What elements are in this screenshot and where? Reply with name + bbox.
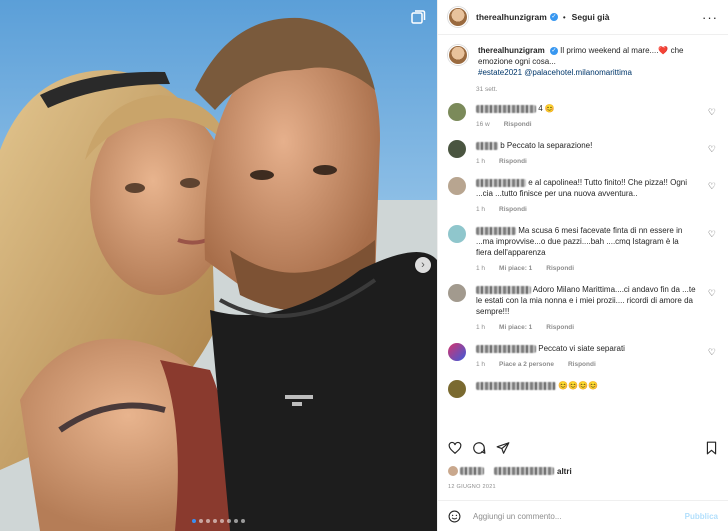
blurred-username bbox=[460, 467, 484, 475]
post-header: therealhunzigram ✓ • Segui già ··· bbox=[438, 0, 728, 35]
liker-avatar bbox=[448, 466, 458, 476]
carousel-dot bbox=[213, 519, 217, 523]
comment-likes[interactable]: Mi piace: 1 bbox=[499, 265, 532, 272]
avatar[interactable] bbox=[448, 225, 466, 243]
like-comment-heart-icon[interactable]: ♡ bbox=[708, 181, 716, 192]
caption: therealhunzigram ✓ Il primo weekend al m… bbox=[448, 45, 718, 78]
avatar[interactable] bbox=[448, 140, 466, 158]
carousel-dot bbox=[206, 519, 210, 523]
publish-button[interactable]: Pubblica bbox=[685, 512, 718, 521]
caption-username[interactable]: therealhunzigram bbox=[478, 46, 545, 55]
avatar[interactable] bbox=[448, 343, 466, 361]
like-comment-heart-icon[interactable]: ♡ bbox=[708, 144, 716, 155]
comment: Peccato vi siate separati 1 h Piace a 2 p… bbox=[448, 343, 718, 370]
comment-time: 1 h bbox=[476, 158, 486, 165]
ellipsis-icon[interactable]: ··· bbox=[702, 10, 718, 25]
comment: 4 😊 16 w Rispondi ♡ bbox=[448, 103, 718, 130]
separator-dot: • bbox=[562, 12, 566, 22]
reply-button[interactable]: Rispondi bbox=[499, 158, 527, 165]
post-date: 12 GIUGNO 2021 bbox=[448, 484, 496, 490]
instagram-post: › therealhunzigram ✓ • Segui già ··· the… bbox=[0, 0, 728, 531]
comment: b Peccato la separazione! 1 h Rispondi ♡ bbox=[448, 140, 718, 167]
follow-button[interactable]: Segui già bbox=[572, 12, 610, 22]
carousel-dot bbox=[220, 519, 224, 523]
post-actions bbox=[448, 441, 718, 455]
carousel-dot bbox=[192, 519, 196, 523]
like-comment-heart-icon[interactable]: ♡ bbox=[708, 229, 716, 240]
likes-others[interactable]: altri bbox=[557, 467, 572, 476]
carousel-icon bbox=[411, 10, 426, 24]
blurred-username bbox=[494, 467, 554, 475]
reply-button[interactable]: Rispondi bbox=[546, 265, 574, 272]
comment-text: Peccato la separazione! bbox=[506, 141, 593, 150]
blurred-username bbox=[476, 344, 536, 353]
carousel-dot bbox=[199, 519, 203, 523]
comment-input[interactable] bbox=[471, 510, 685, 522]
comments-list[interactable]: therealhunzigram ✓ Il primo weekend al m… bbox=[438, 35, 728, 437]
comment-time: 16 w bbox=[476, 121, 490, 128]
like-comment-heart-icon[interactable]: ♡ bbox=[708, 347, 716, 358]
blurred-username bbox=[476, 141, 498, 150]
comment-likes[interactable]: Mi piace: 1 bbox=[499, 324, 532, 331]
carousel-dots bbox=[0, 519, 437, 523]
comment-text: Peccato vi siate separati bbox=[538, 344, 625, 353]
next-slide-button[interactable]: › bbox=[415, 257, 431, 273]
caption-text: therealhunzigram ✓ Il primo weekend al m… bbox=[478, 45, 698, 78]
comment-icon[interactable] bbox=[472, 441, 486, 455]
like-comment-heart-icon[interactable]: ♡ bbox=[708, 107, 716, 118]
comment-text: 😊😊😊😊 bbox=[558, 381, 599, 390]
comment: Ma scusa 6 mesi facevate finta di nn ess… bbox=[448, 225, 718, 274]
comment: e al capolinea!! Tutto finito!! Che pizz… bbox=[448, 177, 718, 215]
post-media[interactable]: › bbox=[0, 0, 437, 531]
reply-button[interactable]: Rispondi bbox=[568, 361, 596, 368]
emoji-icon[interactable] bbox=[448, 510, 461, 523]
avatar[interactable] bbox=[448, 284, 466, 302]
chevron-right-icon: › bbox=[421, 259, 425, 271]
avatar[interactable] bbox=[448, 7, 468, 27]
comment-time: 1 h bbox=[476, 324, 486, 331]
post-side-panel: therealhunzigram ✓ • Segui già ··· there… bbox=[437, 0, 728, 531]
add-comment-bar: Pubblica bbox=[438, 500, 728, 531]
avatar[interactable] bbox=[448, 177, 466, 195]
comment-time: 1 h bbox=[476, 265, 486, 272]
blurred-username bbox=[476, 285, 531, 294]
comment-time: 1 h bbox=[476, 206, 486, 213]
verified-badge-icon: ✓ bbox=[549, 13, 558, 21]
reply-button[interactable]: Rispondi bbox=[546, 324, 574, 331]
carousel-dot bbox=[241, 519, 245, 523]
blurred-username bbox=[476, 226, 516, 235]
carousel-dot bbox=[234, 519, 238, 523]
comment-likes[interactable]: Piace a 2 persone bbox=[499, 361, 554, 368]
share-icon[interactable] bbox=[496, 441, 510, 455]
reply-button[interactable]: Rispondi bbox=[499, 206, 527, 213]
heart-icon[interactable] bbox=[448, 441, 462, 455]
bookmark-icon[interactable] bbox=[705, 441, 718, 455]
header-username[interactable]: therealhunzigram bbox=[476, 12, 547, 22]
blurred-username bbox=[476, 381, 556, 390]
blurred-username bbox=[476, 178, 526, 187]
avatar[interactable] bbox=[448, 45, 468, 65]
blurred-username bbox=[476, 104, 536, 113]
post-photo bbox=[0, 0, 437, 531]
avatar[interactable] bbox=[448, 380, 466, 398]
like-comment-heart-icon[interactable]: ♡ bbox=[708, 288, 716, 299]
carousel-dot bbox=[227, 519, 231, 523]
reply-button[interactable]: Rispondi bbox=[504, 121, 532, 128]
comment-text: 4 😊 bbox=[538, 104, 555, 113]
avatar[interactable] bbox=[448, 103, 466, 121]
comment-time: 1 h bbox=[476, 361, 486, 368]
comment-username-fragment: b bbox=[500, 141, 505, 150]
comment: Adoro Milano Marittima....ci andavo fin … bbox=[448, 284, 718, 333]
likes-summary[interactable]: altri bbox=[448, 466, 572, 476]
verified-badge-icon: ✓ bbox=[549, 46, 558, 55]
caption-tags[interactable]: #estate2021 @palacehotel.milanomarittima bbox=[478, 68, 632, 77]
caption-time: 31 sett. bbox=[476, 86, 498, 93]
comment: 😊😊😊😊 bbox=[448, 380, 718, 398]
